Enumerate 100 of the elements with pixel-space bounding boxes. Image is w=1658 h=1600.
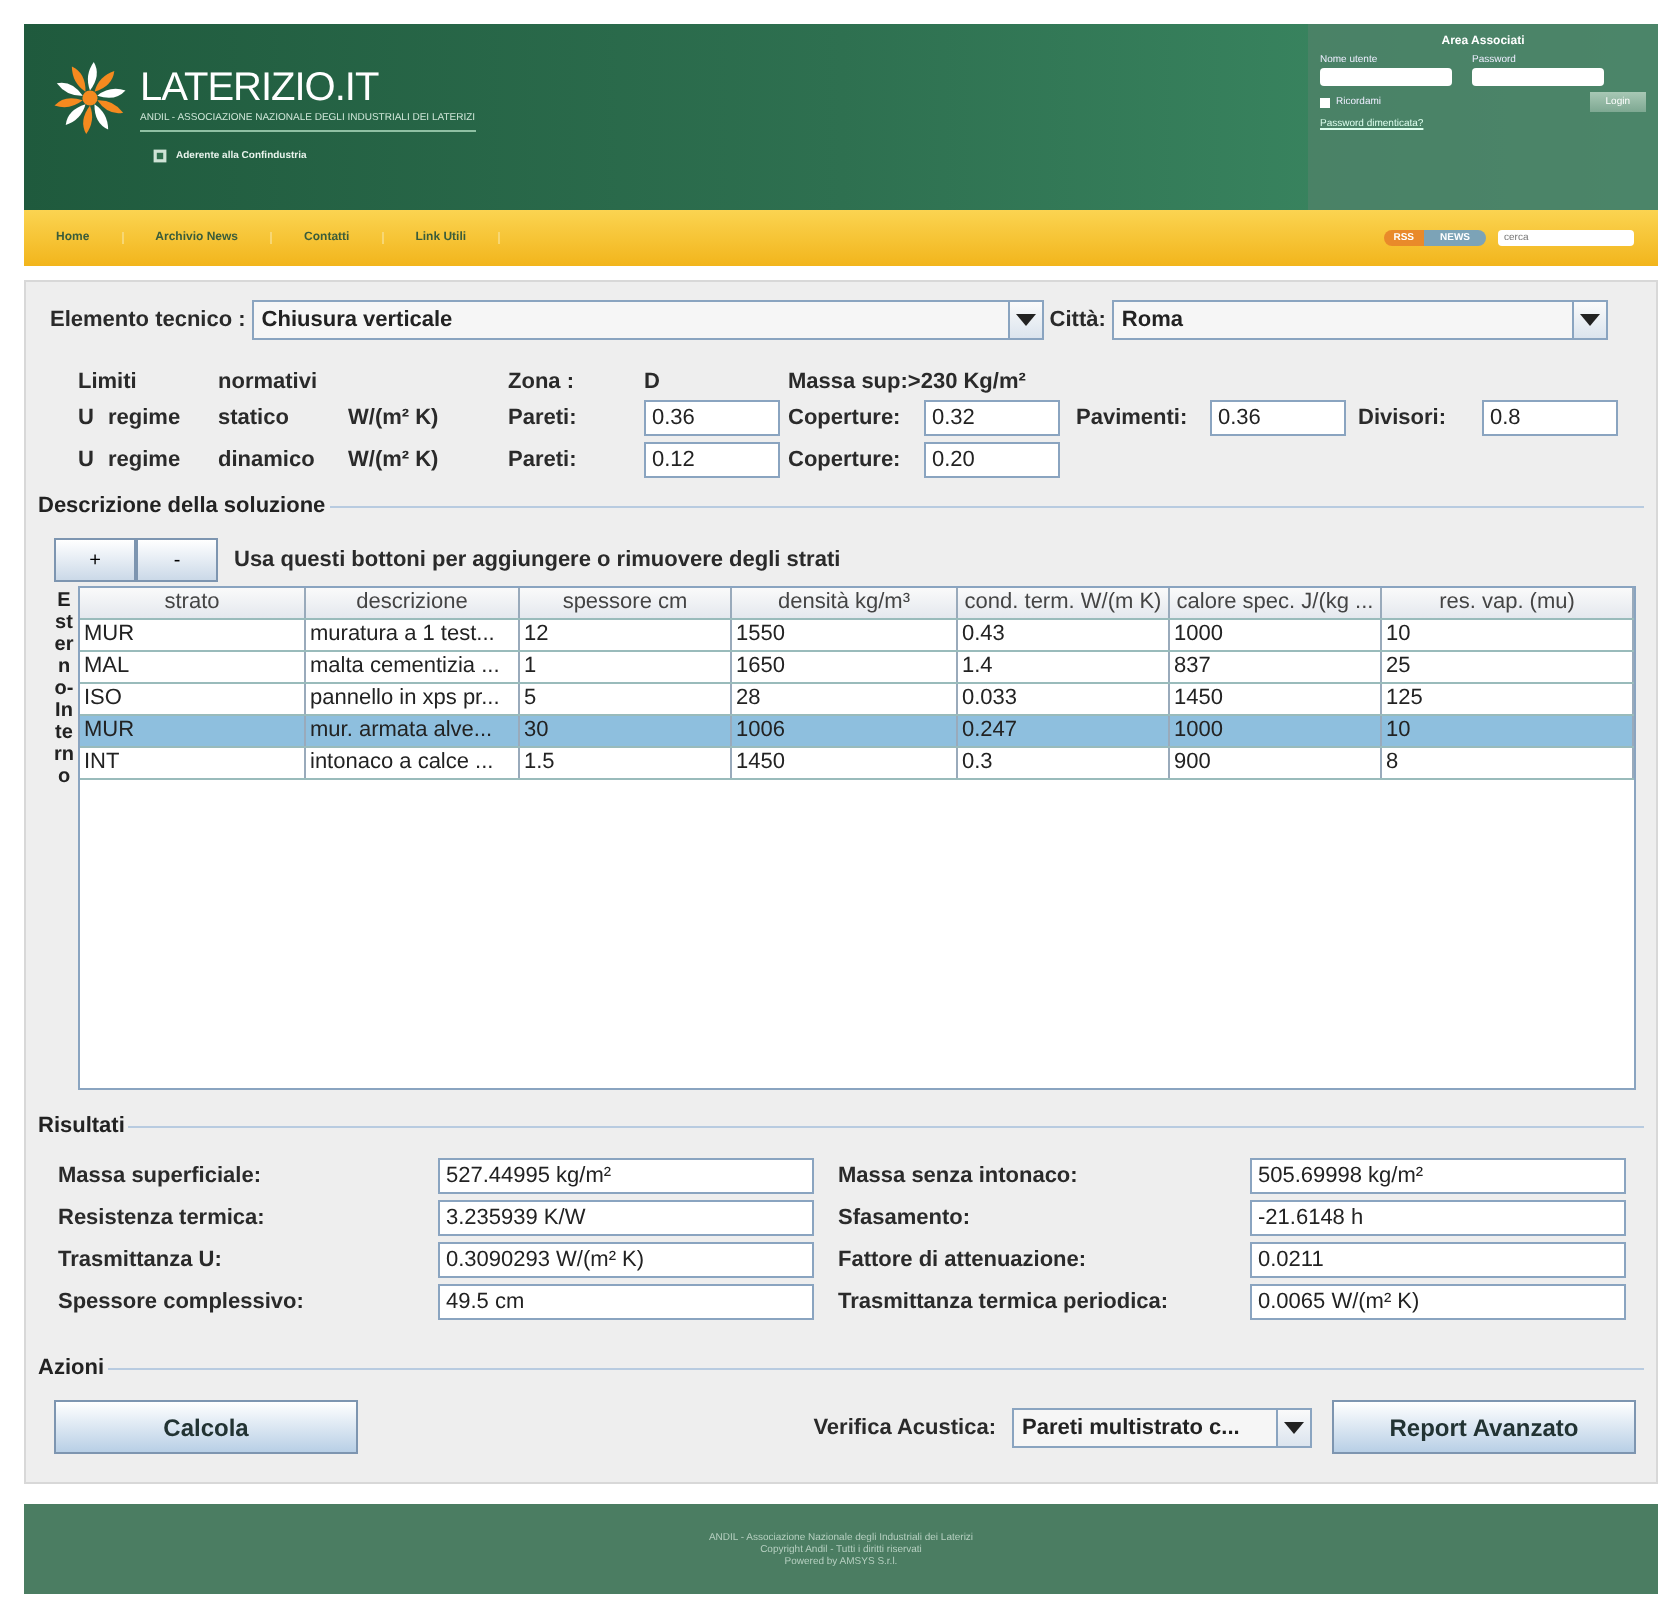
limit-label: Pavimenti: (1076, 406, 1190, 430)
table-cell: 900 (1170, 748, 1382, 778)
dropdown-arrow-icon (1284, 1421, 1304, 1433)
regime-mode: statico (218, 406, 291, 430)
calculate-button[interactable]: Calcola (54, 1400, 358, 1454)
combo-box[interactable]: Chiusura verticale (251, 300, 1044, 340)
table-cell: 1000 (1170, 620, 1382, 650)
username-field[interactable] (1320, 68, 1452, 86)
limit-label: Pareti: (508, 448, 579, 472)
unit-label: W/(m² K) (348, 406, 441, 430)
table-cell: 1000 (1170, 716, 1382, 746)
table-cell: 0.247 (958, 716, 1170, 746)
mass-limit: Massa sup:>230 Kg/m² (788, 370, 1028, 394)
acoustic-combo-box[interactable]: Pareti multistrato c... (1012, 1407, 1312, 1447)
table-cell: 28 (732, 684, 958, 714)
acoustic-label: Verifica Acustica: (813, 1415, 996, 1439)
table-cell: 1.5 (520, 748, 732, 778)
remember-checkbox[interactable] (1320, 97, 1330, 107)
limit-label: Coperture: (788, 406, 903, 430)
flower-logo-icon (52, 60, 128, 136)
table-cell: 8 (1382, 748, 1634, 778)
table-cell: MUR (80, 620, 306, 650)
result-field: 0.3090293 W/(m² K) (438, 1242, 814, 1278)
result-label: Spessore complessivo: (58, 1290, 306, 1314)
result-field: 3.235939 K/W (438, 1200, 814, 1236)
table-cell: 12 (520, 620, 732, 650)
column-header[interactable]: descrizione (306, 588, 520, 618)
table-cell: 1006 (732, 716, 958, 746)
limit-field[interactable]: 0.8 (1482, 400, 1618, 436)
u-label: U (78, 448, 96, 472)
zone-value: D (644, 370, 662, 394)
column-header[interactable]: res. vap. (mu) (1382, 588, 1634, 618)
result-field: 527.44995 kg/m² (438, 1158, 814, 1194)
emblem-icon (152, 148, 168, 164)
dropdown-arrow-icon (1579, 314, 1600, 326)
side-label: Esterno-Interno (54, 588, 74, 792)
result-field: 49.5 cm (438, 1284, 814, 1320)
table-row[interactable]: MUR mur. armata alve... 30 1006 0.247 1000 10 (80, 716, 1634, 748)
remove-layer-button[interactable]: - (136, 538, 218, 582)
table-cell: 837 (1170, 652, 1382, 682)
limit-field[interactable]: 0.36 (1210, 400, 1346, 436)
result-label: Resistenza termica: (58, 1206, 267, 1230)
table-cell: 1 (520, 652, 732, 682)
limits-label: Limiti (78, 370, 139, 394)
result-label: Sfasamento: (838, 1206, 973, 1230)
limit-label: Pareti: (508, 406, 579, 430)
u-label: U (78, 406, 96, 430)
table-cell: 1450 (1170, 684, 1382, 714)
table-cell: 30 (520, 716, 732, 746)
result-field: 505.69998 kg/m² (1250, 1158, 1626, 1194)
table-cell: 1550 (732, 620, 958, 650)
table-cell: 1650 (732, 652, 958, 682)
table-row[interactable]: MAL malta cementizia ... 1 1650 1.4 837 25 (80, 652, 1634, 684)
table-cell: 1.4 (958, 652, 1170, 682)
column-header[interactable]: cond. term. W/(m K) (958, 588, 1170, 618)
section-title: Azioni (38, 1356, 106, 1380)
zone-label: Zona : (508, 370, 576, 394)
limit-field[interactable]: 0.12 (644, 442, 780, 478)
table-row[interactable]: INT intonaco a calce ... 1.5 1450 0.3 900 8 (80, 748, 1634, 780)
column-header[interactable]: densità kg/m³ (732, 588, 958, 618)
section-title: Risultati (38, 1114, 127, 1138)
table-cell: INT (80, 748, 306, 778)
column-header[interactable]: spessore cm (520, 588, 732, 618)
table-cell: MUR (80, 716, 306, 746)
limit-field[interactable]: 0.32 (924, 400, 1060, 436)
limit-label: Coperture: (788, 448, 903, 472)
logo-text: LATERIZIO.IT (140, 65, 381, 111)
table-cell: 125 (1382, 684, 1634, 714)
combo-box[interactable]: Roma (1111, 300, 1608, 340)
report-button[interactable]: Report Avanzato (1332, 1400, 1636, 1454)
result-label: Massa superficiale: (58, 1164, 263, 1188)
limit-field[interactable]: 0.36 (644, 400, 780, 436)
table-row[interactable]: MUR muratura a 1 test... 12 1550 0.43 1000 10 (80, 620, 1634, 652)
hint-text: Usa questi bottoni per aggiungere o rimuovere degli strati (234, 548, 841, 572)
regime-label: regime (108, 406, 183, 430)
selector-label: Elemento tecnico : (50, 308, 246, 332)
table-cell: MAL (80, 652, 306, 682)
result-label: Massa senza intonaco: (838, 1164, 1080, 1188)
result-label: Fattore di attenuazione: (838, 1248, 1089, 1272)
table-cell: 10 (1382, 620, 1634, 650)
column-header[interactable]: strato (80, 588, 306, 618)
result-label: Trasmittanza termica periodica: (838, 1290, 1171, 1314)
add-layer-button[interactable]: + (54, 538, 136, 582)
table-cell: mur. armata alve... (306, 716, 520, 746)
table-cell: 0.3 (958, 748, 1170, 778)
table-cell: pannello in xps pr... (306, 684, 520, 714)
result-field: 0.0211 (1250, 1242, 1626, 1278)
table-cell: 25 (1382, 652, 1634, 682)
table-cell: malta cementizia ... (306, 652, 520, 682)
limit-label: Divisori: (1358, 406, 1449, 430)
limit-field[interactable]: 0.20 (924, 442, 1060, 478)
password-field[interactable] (1472, 68, 1604, 86)
table-cell: 5 (520, 684, 732, 714)
table-cell: muratura a 1 test... (306, 620, 520, 650)
result-field: -21.6148 h (1250, 1200, 1626, 1236)
column-header[interactable]: calore spec. J/(kg ... (1170, 588, 1382, 618)
section-title: Descrizione della soluzione (38, 494, 328, 518)
selector-label: Città: (1049, 308, 1106, 332)
table-cell: intonaco a calce ... (306, 748, 520, 778)
table-cell: 10 (1382, 716, 1634, 746)
